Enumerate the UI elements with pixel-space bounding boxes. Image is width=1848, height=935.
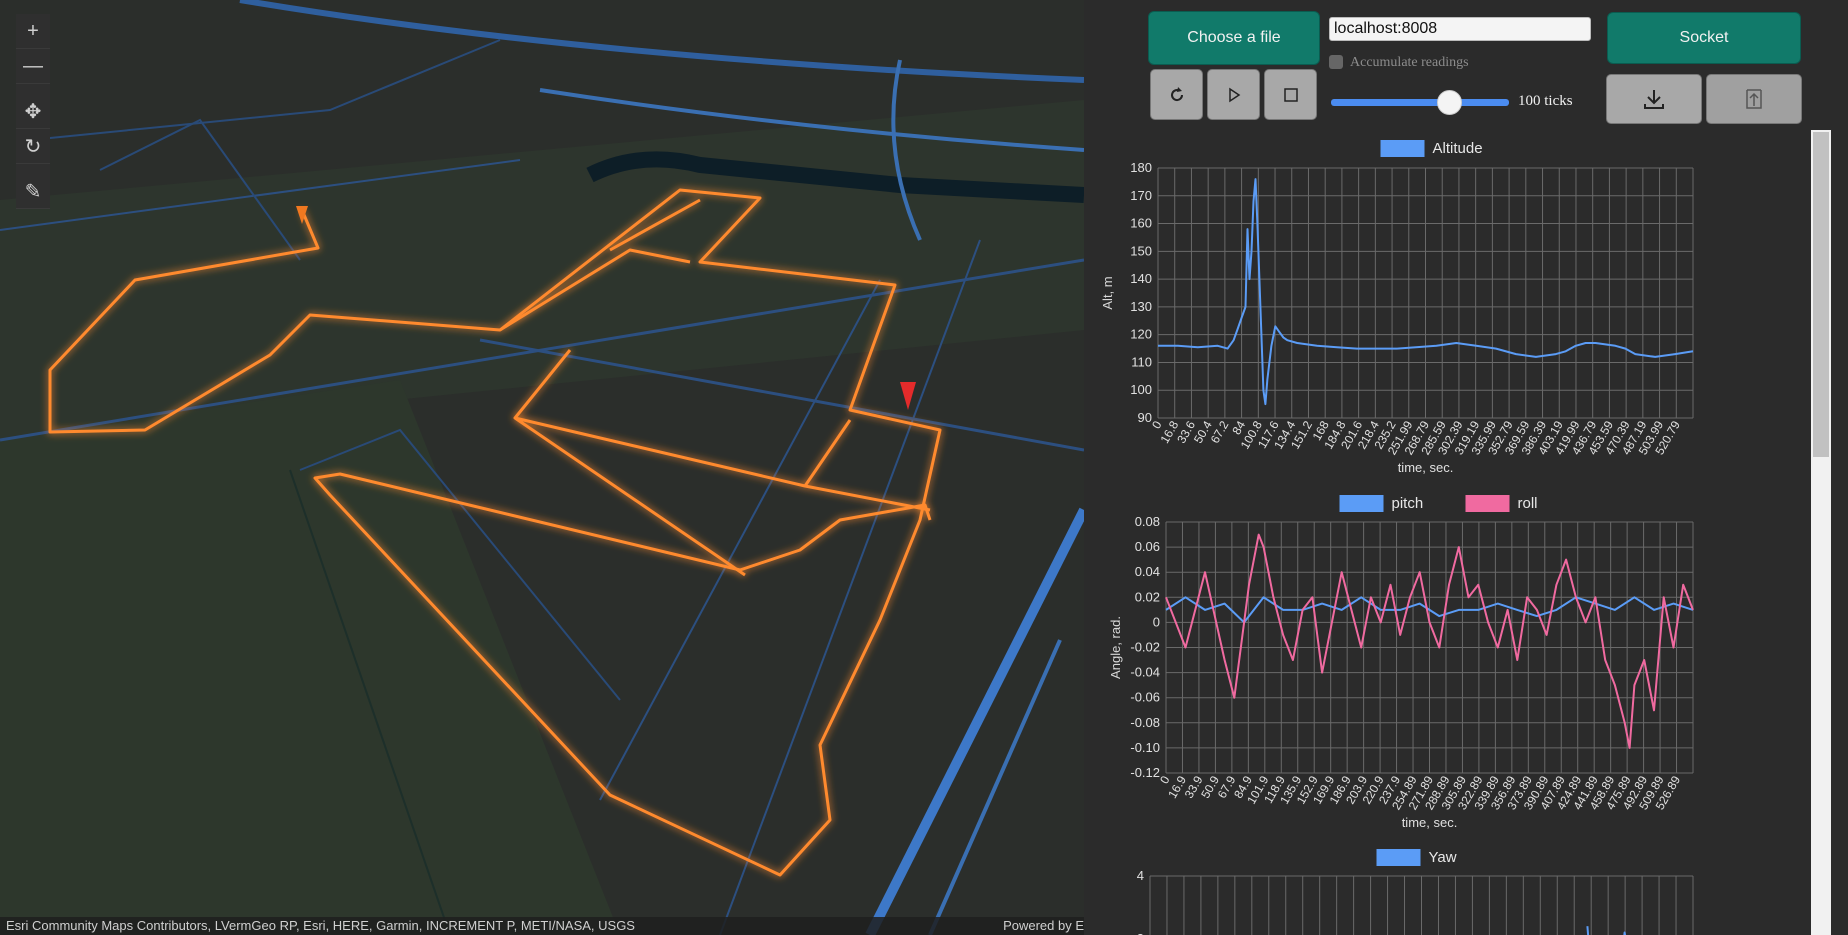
- charts-area[interactable]: Altitude 180 170 160 150 140 130 120 110 100 90 Alt…: [1084, 130, 1832, 935]
- zoom-in-button[interactable]: +: [16, 14, 50, 49]
- x-axis-label: time, sec.: [1402, 815, 1458, 830]
- legend-label: pitch: [1392, 495, 1424, 512]
- y-tick-label: -0.06: [1130, 690, 1160, 705]
- download-button[interactable]: [1606, 74, 1702, 124]
- legend-swatch: [1380, 140, 1425, 157]
- legend-swatch: [1465, 495, 1510, 512]
- choose-file-button[interactable]: Choose a file: [1148, 11, 1320, 65]
- stop-button[interactable]: [1264, 69, 1317, 120]
- toolbar-divider: [16, 84, 50, 94]
- refresh-icon: [1170, 86, 1183, 101]
- draw-icon[interactable]: ✎: [16, 174, 50, 209]
- scrollbar-thumb[interactable]: [1813, 132, 1829, 457]
- y-tick-label: 4: [1137, 868, 1144, 883]
- x-axis-label: time, sec.: [1398, 460, 1454, 475]
- play-icon: [1228, 87, 1240, 102]
- y-tick-label: 100: [1130, 382, 1152, 397]
- y-tick-label: 0: [1153, 614, 1160, 629]
- x-tick-label: 67.2: [1208, 418, 1232, 446]
- y-axis-label: Angle, rad.: [1108, 616, 1123, 679]
- park-area: [0, 380, 620, 935]
- attribution-text: Esri Community Maps Contributors, LVermG…: [6, 918, 635, 933]
- stop-icon: [1283, 87, 1298, 102]
- legend-label: Yaw: [1429, 849, 1457, 866]
- ticks-label: 100 ticks: [1518, 93, 1573, 109]
- upload-icon: [1746, 89, 1762, 109]
- legend-swatch: [1376, 849, 1421, 866]
- play-button[interactable]: [1207, 69, 1260, 120]
- y-tick-label: 0.06: [1135, 539, 1160, 554]
- map-attribution: Esri Community Maps Contributors, LVermG…: [0, 917, 1084, 935]
- y-tick-label: 170: [1130, 188, 1152, 203]
- side-panel: Choose a file Accumulate readings Socket…: [1084, 0, 1848, 935]
- y-tick-label: -0.12: [1130, 765, 1160, 780]
- legend-label: Altitude: [1433, 140, 1483, 157]
- y-tick-label: -0.04: [1130, 665, 1160, 680]
- end-marker[interactable]: [900, 382, 916, 410]
- map-view[interactable]: + — ✥ ↻ ✎ Esri Community Maps Contributo…: [0, 0, 1084, 935]
- y-tick-label: 0.04: [1135, 564, 1160, 579]
- y-tick-label: -0.02: [1130, 640, 1160, 655]
- y-tick-label: 0.02: [1135, 589, 1160, 604]
- y-tick-label: 140: [1130, 271, 1152, 286]
- powered-by-link[interactable]: Powered by E: [1003, 917, 1084, 935]
- charts-svg: Altitude18017016015014013012011010090Alt…: [1100, 140, 1694, 935]
- map-toolbar: + — ✥ ↻ ✎: [16, 14, 50, 209]
- highway-road: [865, 507, 1084, 935]
- map-canvas[interactable]: [0, 0, 1084, 935]
- refresh-button[interactable]: [1150, 69, 1203, 120]
- y-tick-label: 3: [1137, 931, 1144, 935]
- accumulate-label: Accumulate readings: [1350, 55, 1469, 70]
- legend-swatch: [1339, 495, 1384, 512]
- accumulate-checkbox[interactable]: [1329, 55, 1343, 69]
- pan-icon[interactable]: ✥: [16, 94, 50, 129]
- y-tick-label: -0.08: [1130, 715, 1160, 730]
- socket-address-input[interactable]: [1329, 17, 1591, 41]
- y-tick-label: 180: [1130, 160, 1152, 175]
- y-tick-label: 160: [1130, 216, 1152, 231]
- y-tick-label: 120: [1130, 327, 1152, 342]
- slider-thumb[interactable]: [1437, 90, 1463, 115]
- y-tick-label: 0.08: [1135, 514, 1160, 529]
- highway-road: [239, 0, 1084, 83]
- y-tick-label: -0.10: [1130, 740, 1160, 755]
- y-tick-label: 110: [1131, 354, 1152, 369]
- toolbar-divider: [16, 164, 50, 174]
- zoom-out-button[interactable]: —: [16, 49, 50, 84]
- ticks-slider[interactable]: [1331, 90, 1509, 115]
- field-area: [0, 100, 1084, 440]
- y-tick-label: 150: [1130, 243, 1152, 258]
- legend-label: roll: [1518, 495, 1538, 512]
- socket-button[interactable]: Socket: [1607, 12, 1801, 64]
- y-axis-label: Alt, m: [1100, 276, 1115, 309]
- y-tick-label: 130: [1130, 299, 1152, 314]
- upload-button[interactable]: [1706, 74, 1802, 124]
- rotate-icon[interactable]: ↻: [16, 129, 50, 164]
- street: [29, 39, 501, 141]
- download-icon: [1644, 90, 1664, 109]
- charts-scrollbar[interactable]: [1811, 130, 1831, 935]
- slider-track: [1331, 99, 1509, 106]
